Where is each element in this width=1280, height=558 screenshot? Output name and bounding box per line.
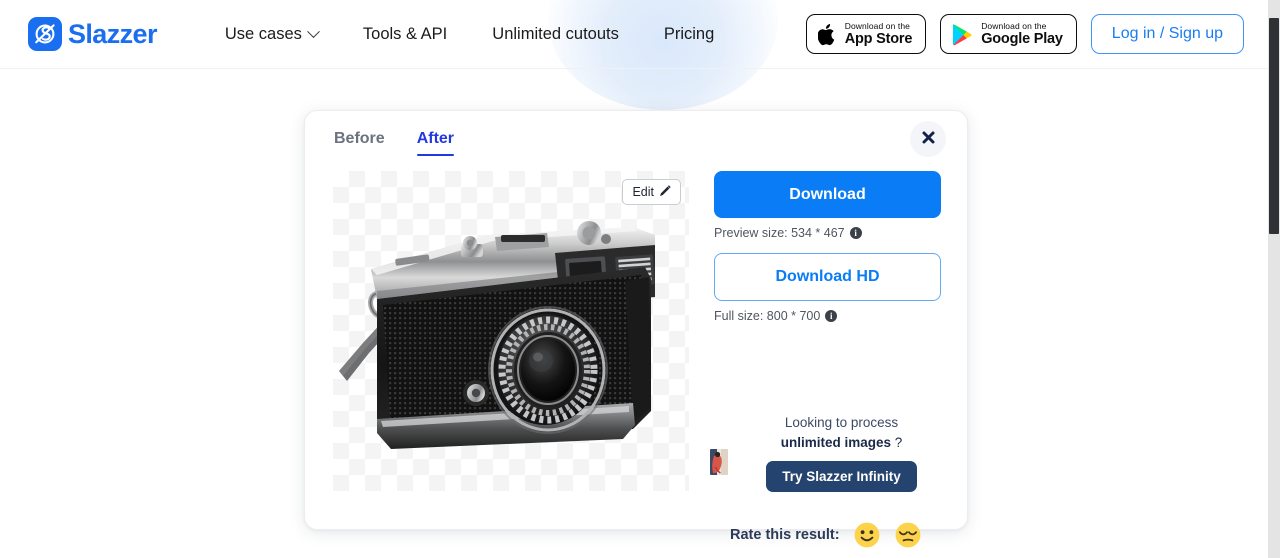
info-icon[interactable]: i <box>825 310 838 322</box>
tab-before[interactable]: Before <box>334 130 385 156</box>
nav-item-tools-api[interactable]: Tools & API <box>363 19 447 50</box>
promo-thumbnail-image <box>710 448 728 475</box>
edit-button[interactable]: Edit <box>622 179 681 205</box>
slazzer-logo-icon <box>28 17 62 51</box>
nav-item-use-cases[interactable]: Use cases <box>224 19 320 50</box>
google-play-big-label: Google Play <box>981 31 1063 47</box>
info-icon[interactable]: i <box>849 227 862 239</box>
rating-label: Rate this result: <box>730 527 840 543</box>
brand-logo-link[interactable]: Slazzer <box>28 17 157 51</box>
nav-item-label: Use cases <box>224 24 302 43</box>
promo-line-1: Looking to process <box>784 415 899 430</box>
full-size-label: Full size: 800 * 700 <box>714 309 821 323</box>
preview-size-label: Preview size: 534 * 467 <box>714 226 845 240</box>
site-header: Slazzer Use cases Tools & API Unlimited … <box>0 0 1268 68</box>
tab-after[interactable]: After <box>416 130 455 156</box>
full-size-note: Full size: 800 * 700 i <box>714 309 941 323</box>
google-play-small-label: Download on the <box>981 20 1047 31</box>
page-root: Slazzer Use cases Tools & API Unlimited … <box>0 0 1280 558</box>
download-hd-button[interactable]: Download HD <box>714 253 941 301</box>
preview-size-note: Preview size: 534 * 467 i <box>714 226 941 240</box>
promo-line-2-bold: unlimited images <box>780 434 891 450</box>
download-panel: Download Preview size: 534 * 467 i Downl… <box>710 171 941 493</box>
nav-item-label: Tools & API <box>362 24 448 43</box>
google-play-button[interactable]: Download on the Google Play <box>940 14 1077 54</box>
nav-item-pricing[interactable]: Pricing <box>664 19 714 50</box>
pencil-icon <box>659 184 671 200</box>
smiling-face-emoji[interactable] <box>853 521 881 549</box>
rating-section: Rate this result: <box>730 521 922 549</box>
brand-name: Slazzer <box>68 18 157 49</box>
nav-item-label: Pricing <box>663 24 715 43</box>
promo-line-2: unlimited images ? <box>738 433 945 453</box>
main-nav: Use cases Tools & API Unlimited cutouts … <box>225 19 714 50</box>
nav-item-unlimited-cutouts[interactable]: Unlimited cutouts <box>492 19 619 50</box>
apple-icon <box>817 23 837 46</box>
app-store-big-label: App Store <box>844 31 913 47</box>
result-modal: Before After Edit Download Preview size:… <box>304 110 968 548</box>
app-store-button[interactable]: Download on the App Store <box>805 14 927 54</box>
app-store-text: Download on the App Store <box>844 20 913 47</box>
scrollbar-thumb[interactable] <box>1269 18 1279 234</box>
edit-button-label: Edit <box>632 185 654 199</box>
close-modal-button[interactable] <box>910 121 946 157</box>
google-play-text: Download on the Google Play <box>981 20 1063 47</box>
app-store-small-label: Download on the <box>844 20 910 31</box>
header-actions: Download on the App Store Download on th… <box>805 14 1244 54</box>
camera-cutout-image <box>333 171 689 491</box>
pensive-face-emoji[interactable] <box>894 521 922 549</box>
infinity-promo: Looking to process unlimited images ? Tr… <box>710 413 945 493</box>
download-button[interactable]: Download <box>714 171 941 218</box>
close-icon <box>921 130 936 148</box>
promo-line-2-suffix: ? <box>894 434 903 450</box>
google-play-icon <box>952 23 973 46</box>
try-slazzer-infinity-button[interactable]: Try Slazzer Infinity <box>766 461 917 493</box>
login-signup-button[interactable]: Log in / Sign up <box>1090 14 1244 54</box>
header-divider <box>0 68 1268 69</box>
before-after-tabs: Before After <box>334 130 455 156</box>
nav-item-label: Unlimited cutouts <box>492 24 619 43</box>
image-preview-area: Edit <box>333 171 689 491</box>
promo-text-block: Looking to process unlimited images ? Tr… <box>738 413 945 493</box>
chevron-down-icon <box>307 24 320 38</box>
